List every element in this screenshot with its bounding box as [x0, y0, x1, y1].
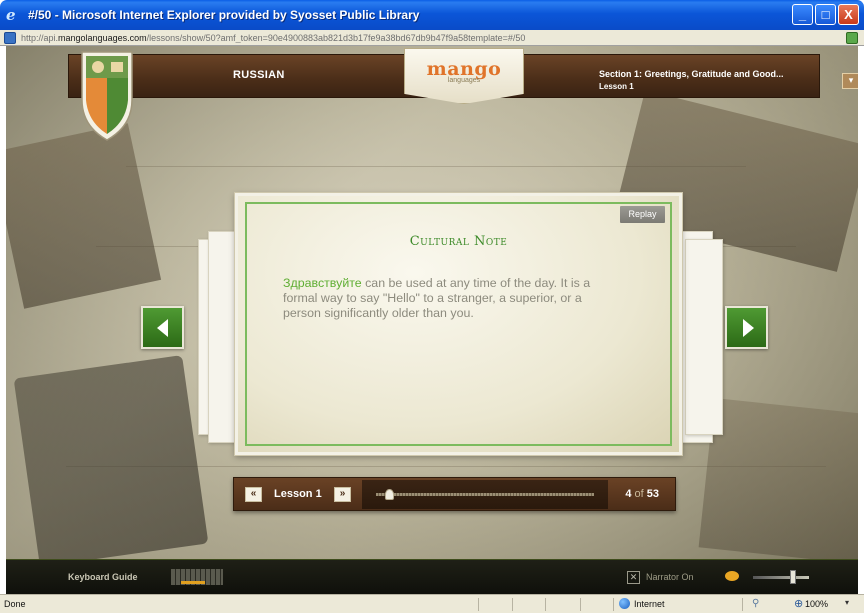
previous-lesson-button[interactable]: «	[245, 487, 262, 502]
cultural-note-heading: Cultural Note	[409, 234, 508, 249]
address-bar[interactable]: http://api.mangolanguages.com/lessons/sh…	[0, 30, 864, 46]
url-suffix: /lessons/show/50?amf_token=90e4900883ab8…	[146, 32, 526, 43]
protected-mode-icon[interactable]: ⚲	[752, 598, 759, 609]
slide-counter: 4 of 53	[625, 488, 659, 500]
security-zone-label: Internet	[634, 599, 665, 609]
arrow-right-icon	[743, 319, 754, 337]
window-title: #/50 - Microsoft Internet Explorer provi…	[28, 8, 420, 22]
zoom-dropdown-icon[interactable]: ▾	[845, 598, 849, 607]
compatibility-icon[interactable]	[846, 32, 858, 44]
cultural-note-card: Replay Cultural Note Здравствуйте can be…	[234, 192, 683, 456]
status-bar: Done Internet ⚲ ⊕ 100% ▾	[0, 594, 864, 613]
minimize-button[interactable]: _	[792, 4, 813, 25]
next-slide-stack	[685, 239, 723, 435]
window-controls: _ □ X	[792, 4, 859, 25]
background-passport	[13, 355, 209, 567]
keyboard-icon[interactable]	[171, 569, 223, 585]
status-divider	[512, 598, 513, 611]
volume-knob[interactable]	[790, 570, 797, 584]
previous-slide-button[interactable]	[141, 306, 184, 349]
page-icon	[4, 31, 16, 44]
status-divider	[478, 598, 479, 611]
narrator-label[interactable]: Narrator On	[646, 572, 694, 582]
lesson-viewport: RUSSIAN Section 1: Greetings, Gratitude …	[6, 46, 858, 594]
language-title: RUSSIAN	[233, 69, 285, 81]
progress-rail	[376, 493, 594, 496]
keyboard-guide-link[interactable]: Keyboard Guide	[68, 572, 138, 582]
section-dropdown-button[interactable]: ▾	[842, 73, 858, 89]
next-lesson-button[interactable]: »	[334, 487, 351, 502]
zoom-level[interactable]: 100%	[805, 599, 828, 609]
speech-bubble-icon[interactable]	[725, 571, 739, 581]
close-button[interactable]: X	[838, 4, 859, 25]
status-divider	[545, 598, 546, 611]
lesson-title: Lesson 1	[599, 82, 634, 91]
narrator-toggle-icon[interactable]: ✕	[627, 571, 640, 584]
internet-explorer-icon: e	[6, 6, 16, 24]
address-url[interactable]: http://api.mangolanguages.com/lessons/sh…	[21, 33, 841, 43]
counter-of: of	[631, 488, 647, 500]
url-prefix: http://api.	[21, 32, 59, 43]
mango-crest-logo	[81, 51, 133, 141]
arrow-left-icon	[157, 319, 168, 337]
cultural-note-text: Здравствуйте can be used at any time of …	[283, 276, 623, 321]
player-footer: Keyboard Guide ✕ Narrator On	[6, 559, 858, 594]
section-title: Section 1: Greetings, Gratitude and Good…	[599, 69, 784, 79]
background-book	[6, 123, 162, 309]
total-slides: 53	[646, 488, 659, 500]
status-text: Done	[4, 599, 26, 609]
slide-progress-track[interactable]	[362, 480, 608, 509]
status-divider	[580, 598, 581, 611]
window-titlebar[interactable]: e #/50 - Microsoft Internet Explorer pro…	[0, 0, 864, 30]
progress-knob[interactable]	[385, 489, 395, 500]
zoom-icon[interactable]: ⊕	[794, 597, 803, 610]
status-divider	[613, 598, 614, 611]
maximize-button[interactable]: □	[815, 4, 836, 25]
logo-subtitle: languages	[447, 77, 481, 84]
replay-button[interactable]: Replay	[620, 206, 665, 223]
lesson-navigation-bar: « Lesson 1 » 4 of 53	[233, 477, 676, 511]
lesson-label: Lesson 1	[274, 488, 322, 500]
internet-zone-icon	[619, 598, 630, 609]
next-slide-button[interactable]	[725, 306, 768, 349]
mango-logo[interactable]: mango languages	[404, 48, 524, 104]
russian-word: Здравствуйте	[283, 276, 362, 290]
volume-slider[interactable]	[753, 576, 809, 579]
status-divider	[742, 598, 743, 611]
url-domain: mangolanguages.com	[58, 32, 147, 43]
